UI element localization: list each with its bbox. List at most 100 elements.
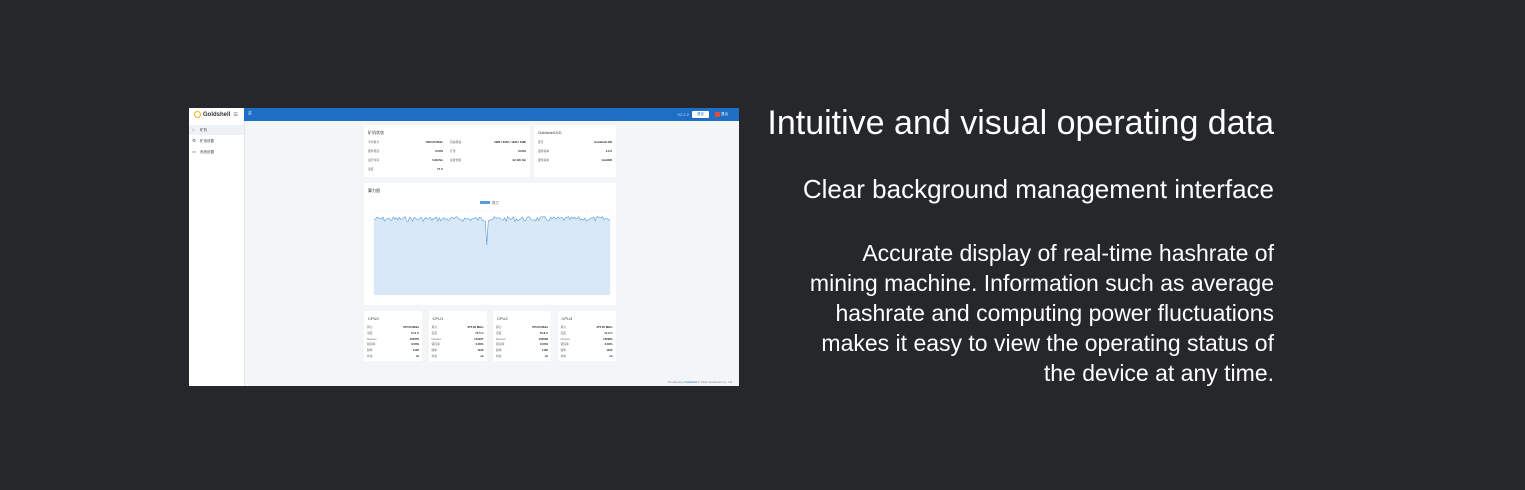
sidebar-item-label: 矿池设置 [200, 139, 214, 143]
row-value: 375.00 MH/s [596, 325, 613, 329]
row-label: 型号 [538, 140, 544, 144]
row-label: 算力 [496, 325, 502, 329]
sidebar-item: ⚙ 矿池设置 [189, 136, 244, 146]
footer-prefix: Provided by [667, 380, 685, 384]
feature-description: Accurate display of real-time hashrate o… [809, 240, 1274, 386]
row-value: 375.00 MH/s [531, 325, 548, 329]
info-row: 算力 375.00 MH/s [367, 325, 419, 330]
footer-link: Goldshell [684, 380, 697, 384]
row-value: 1980 / 2040 / 1920 / 1980 [494, 140, 526, 144]
monitor-icon: ▭ [192, 149, 197, 154]
hamburger-icon: ≡ [248, 111, 252, 117]
row-label: 状态 [560, 354, 567, 358]
logo-text: Goldshell [203, 111, 231, 118]
row-value: 153038 [538, 336, 548, 341]
row-label: 温度 [560, 330, 567, 335]
row-label: 硬件错误 [368, 149, 380, 153]
gpu-card-title: CPU1 [432, 316, 444, 321]
dashboard-sidebar: Goldshell ☰ ⌂ 矿机 ⚙ 矿池设置 ▭ 系统设置 [189, 108, 245, 386]
info-row: 算力 375.00 MH/s [496, 325, 548, 330]
info-row: 温度 71.2 C [561, 331, 613, 336]
hashrate-chart: 算力 [373, 200, 611, 296]
row-value: 0.00% [518, 149, 526, 153]
info-row: 温度 71 C [368, 167, 443, 172]
row-label: 风扇转速 [450, 140, 462, 144]
row-value: 152279 [409, 336, 419, 341]
row-label: 硬件版本 [538, 158, 550, 162]
row-label: Nonces [496, 336, 506, 341]
info-row: 状态 ok [561, 354, 613, 359]
gpu-card: CPU2 算力 375.00 MH/s 温度 70.8 C Nonces 153038 错误率… [493, 311, 551, 361]
row-label: 温度 [367, 330, 373, 335]
row-value: 0.00% [411, 342, 419, 347]
row-value: 71.2 C [604, 330, 613, 335]
home-icon: ⌂ [192, 127, 195, 132]
row-value: 3d 12h 0m [512, 158, 526, 162]
row-label: 算力 [367, 325, 373, 329]
language-button: 语言 [692, 111, 709, 118]
info-row: Nonces 152954 [561, 337, 613, 342]
row-value: ok [609, 354, 613, 358]
miner-status-title: 矿机状态 [368, 130, 384, 135]
dashboard-screenshot: Goldshell ☰ ⌂ 矿机 ⚙ 矿池设置 ▭ 系统设置 ≡ V2.2.2 语言 退出… [189, 108, 739, 386]
row-label: 状态 [496, 354, 502, 358]
row-label: 状态 [367, 354, 373, 358]
row-label: 固件版本 [538, 149, 550, 153]
info-row: 频率 1100 [432, 348, 484, 353]
row-value: 152954 [603, 336, 613, 341]
row-value: 1100 [412, 348, 419, 353]
row-value: 1100 [477, 348, 484, 353]
info-row: 接受份额 3d 12h 0m [450, 158, 526, 163]
row-value: ok [544, 354, 548, 358]
row-value: 71.5 C [475, 330, 484, 335]
row-label: Nonces [431, 336, 441, 341]
info-row: 硬件版本 GoldKD [538, 158, 612, 163]
row-value: Goldshell-KD [594, 140, 612, 144]
row-label: 矿池 [450, 149, 456, 153]
hashrate-area [374, 216, 610, 295]
row-label: 错误率 [367, 342, 376, 347]
row-label: 平均算力 [368, 140, 380, 144]
info-row: 频率 1100 [561, 348, 613, 353]
gpu-card: CPU0 算力 375.00 MH/s 温度 71.0 C Nonces 152279 错误率… [364, 311, 422, 361]
info-row: Nonces 151977 [432, 337, 484, 342]
row-value: GoldKD [601, 158, 612, 162]
sidebar-item-label: 矿机 [200, 128, 207, 132]
row-value: 0.00% [540, 342, 548, 347]
dashboard-topbar: ≡ V2.2.2 语言 退出 [244, 108, 739, 121]
info-row: 运行时间 0d1h5m [368, 158, 443, 163]
info-row: 温度 71.0 C [367, 331, 419, 336]
row-label: Nonces [560, 336, 570, 341]
info-row: 错误率 0.00% [432, 342, 484, 347]
row-label: 错误率 [431, 342, 440, 347]
gpu-card: CPU1 算力 375.00 MH/s 温度 71.5 C Nonces 151977 错误率… [428, 311, 487, 361]
info-row: Nonces 153038 [496, 337, 548, 342]
info-row: 风扇转速 1980 / 2040 / 1920 / 1980 [450, 140, 526, 145]
row-value: ok [415, 354, 419, 358]
row-label: 接受份额 [450, 158, 462, 162]
row-label: 运行时间 [368, 158, 380, 162]
row-label: 温度 [496, 330, 502, 335]
row-value: 375.00 MH/s [467, 325, 484, 329]
row-value: 70.8 C [539, 330, 548, 335]
info-row: 频率 1100 [367, 348, 419, 353]
row-label: 算力 [560, 325, 567, 329]
logout-label: 退出 [721, 112, 728, 116]
info-row: 错误率 0.00% [496, 342, 548, 347]
gpu-card-title: CPU0 [368, 316, 379, 321]
firmware-version: V2.2.2 [677, 112, 689, 117]
info-row: 算力 375.00 MH/s [432, 325, 484, 330]
gear-icon: ⚙ [192, 138, 197, 143]
info-row: 状态 ok [432, 354, 484, 359]
gpu-card: CPU3 算力 375.00 MH/s 温度 71.2 C Nonces 152954 错误率… [557, 311, 616, 361]
miner-status-card: 矿机状态 平均算力 1500.00 MH/s 硬件错误 0.00% 运行时间 0d1h5m… [364, 125, 530, 177]
info-row: 状态 ok [496, 354, 548, 359]
row-label: 温度 [368, 167, 374, 171]
row-label: 状态 [431, 354, 438, 358]
row-label: 频率 [560, 348, 567, 353]
menu-icon: ☰ [233, 111, 238, 118]
info-row: 硬件错误 0.00% [368, 149, 443, 154]
device-info-title: Goldshell-KD [538, 130, 562, 135]
gpu-card-title: CPU2 [497, 316, 508, 321]
feature-heading: Intuitive and visual operating data [767, 104, 1274, 142]
